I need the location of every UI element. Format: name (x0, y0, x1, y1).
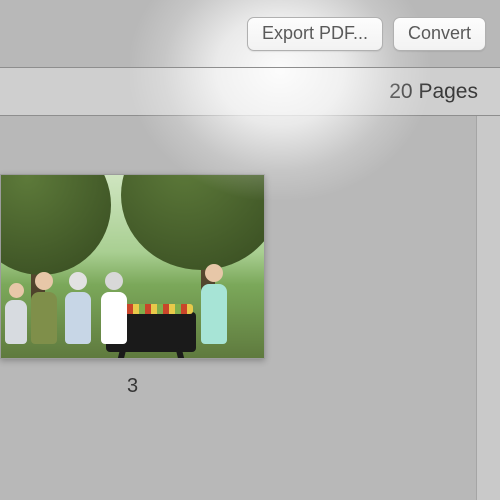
thumbnail-area: 3 (0, 116, 500, 500)
convert-button[interactable]: Convert (393, 17, 486, 51)
thumbnail-page-number: 3 (0, 375, 265, 398)
thumbnail-image (0, 174, 265, 359)
vertical-scrollbar[interactable] (476, 116, 500, 500)
export-pdf-button[interactable]: Export PDF... (247, 17, 383, 51)
page-thumbnail[interactable]: 3 (0, 174, 265, 398)
page-count-label: 20 Pages (389, 80, 478, 104)
